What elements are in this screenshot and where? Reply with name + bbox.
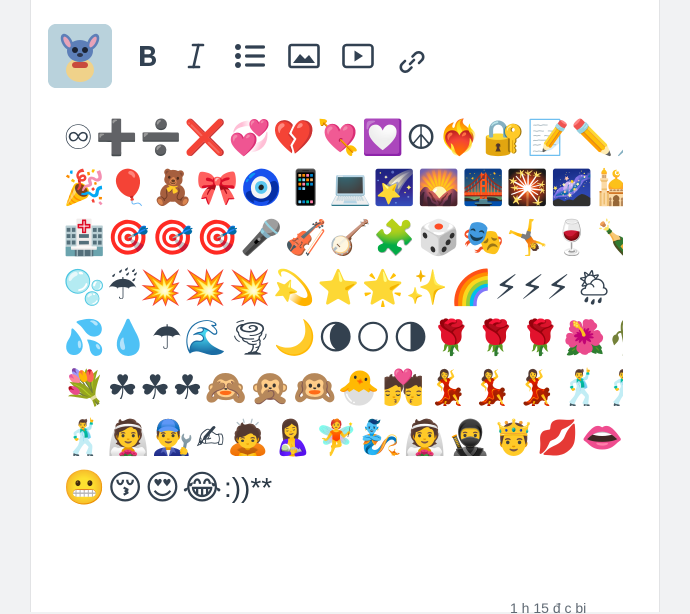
insert-link-button[interactable] — [394, 44, 430, 80]
emoji-line-2: 🎉🎈🧸🎀🧿📱💻🌠🌄🌉🎇🌌🕌🕋 — [63, 168, 623, 208]
insert-video-button[interactable] — [340, 38, 376, 74]
avatar-stitch-image — [48, 24, 112, 88]
italic-icon — [187, 43, 205, 69]
user-avatar[interactable] — [48, 24, 112, 88]
emoji-line-4: 🫧☔💥💥💥💫⭐🌟✨🌈⚡⚡⚡🌦 — [63, 268, 618, 308]
emoji-line-7: 🕺👰👨‍🔧✍🙇🤱🧚🧞👰🥷🤴💋👄🥴 — [63, 418, 623, 458]
emoticon-text: :))** — [223, 472, 273, 503]
editor-content[interactable]: ♾➕➗❌💞💔💘💟☮❤️‍🔥🔐📝✏️📌 🎉🎈🧸🎀🧿📱💻🌠🌄🌉🎇🌌🕌🕋 🏥🎯🎯🎯🎤🎻… — [63, 113, 623, 513]
emoji-line-6: 💐☘☘☘🙈🙊🙉🐣💏💃💃💃🕺🕺 — [63, 368, 623, 408]
video-icon — [342, 43, 374, 69]
image-icon — [288, 43, 320, 69]
link-icon — [399, 51, 425, 73]
bulleted-list-button[interactable] — [232, 38, 268, 74]
insert-image-button[interactable] — [286, 38, 322, 74]
bold-button[interactable] — [130, 38, 166, 74]
italic-button[interactable] — [178, 38, 214, 74]
emoji-line-8-emojis: 😬😚😍😂 — [63, 468, 224, 508]
emoji-line-3: 🏥🎯🎯🎯🎤🎻🪕🧩🎲🎭🤸🍷🍾☕ — [63, 218, 623, 258]
editor-toolbar — [48, 24, 468, 88]
emoji-line-8: 😬😚😍😂:))** — [63, 463, 623, 513]
emoji-line-1: ♾➕➗❌💞💔💘💟☮❤️‍🔥🔐📝✏️📌 — [63, 118, 623, 158]
bulleted-list-icon — [235, 44, 265, 68]
bold-icon — [140, 46, 156, 66]
emoji-line-5: 💦💧☂🌊🌪🌙🌘🌕🌗🌹🌹🌹🌺🥀 — [63, 318, 623, 358]
